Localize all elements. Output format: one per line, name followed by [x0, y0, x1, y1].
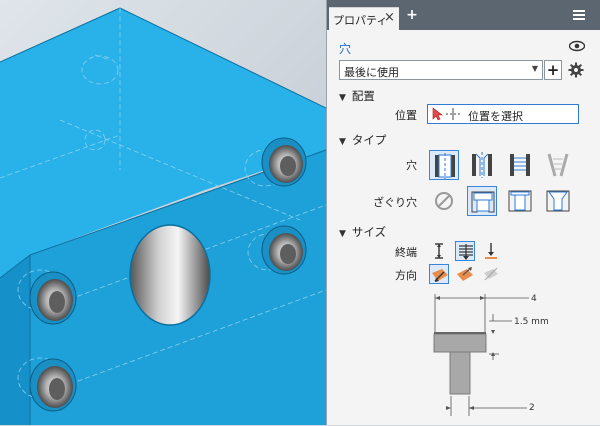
tab-properties[interactable]: プロパティ ×: [329, 7, 399, 30]
graphics-viewport[interactable]: [0, 0, 326, 425]
counterbore-button[interactable]: [467, 186, 497, 216]
to-icon: [485, 243, 497, 259]
spotface-icon: [508, 190, 532, 212]
properties-panel: プロパティ × + 穴 最後に使用 ▼ + ▼ 配置 位置 位置を選択 ▼ タイプ …: [326, 0, 600, 425]
part-model[interactable]: [0, 0, 326, 425]
counterbore-depth-value[interactable]: 1.5 mm: [514, 317, 549, 327]
part-left-face: [0, 255, 30, 425]
add-preset-button[interactable]: +: [544, 60, 562, 80]
counterbore-diameter-value[interactable]: 4: [531, 294, 537, 304]
position-label: 位置: [395, 109, 417, 122]
select-cursor-icon: [432, 107, 460, 121]
eye-icon[interactable]: [568, 40, 586, 52]
tab-properties-label: プロパティ: [333, 14, 388, 27]
termination-distance-button[interactable]: [429, 241, 449, 261]
hole-diameter-value[interactable]: 2: [529, 403, 535, 413]
center-hole: [129, 224, 211, 326]
direction-label: 方向: [395, 269, 417, 282]
preset-value: 最後に使用: [344, 66, 399, 79]
section-placement-title: 配置: [351, 89, 375, 103]
simple-hole-icon: [435, 153, 455, 179]
distance-icon: [435, 243, 443, 259]
tapped-hole-button[interactable]: [505, 150, 535, 180]
hole-preview: 4 1.5 mm 2: [417, 288, 557, 423]
counterbore-hole-lower-right: [261, 225, 307, 275]
simple-hole-button[interactable]: [429, 150, 459, 180]
countersink-icon: [546, 190, 570, 212]
preset-dropdown[interactable]: 最後に使用 ▼: [339, 60, 543, 80]
section-size-title: サイズ: [351, 225, 387, 239]
through-all-icon: [459, 244, 473, 260]
collapse-triangle-icon: ▼: [339, 93, 346, 103]
counterbore-icon: [471, 191, 495, 213]
counterbore-hole-upper-left: [29, 271, 77, 325]
direction-symmetric-button[interactable]: [481, 264, 501, 284]
termination-label: 終端: [395, 246, 417, 259]
none-icon: [435, 192, 453, 210]
section-type-header[interactable]: ▼ タイプ: [339, 132, 386, 148]
spotface-button[interactable]: [505, 186, 535, 216]
chevron-down-icon: ▼: [531, 64, 538, 73]
hamburger-menu-icon[interactable]: [573, 10, 585, 20]
clearance-hole-icon: [472, 152, 492, 178]
section-type-title: タイプ: [351, 133, 387, 147]
clearance-hole-button[interactable]: [467, 150, 497, 180]
termination-through-all-button[interactable]: [455, 241, 475, 261]
flipped-direction-icon: [457, 267, 473, 281]
direction-flipped-button[interactable]: [455, 264, 475, 284]
termination-to-button[interactable]: [481, 241, 501, 261]
taper-tapped-hole-icon: [547, 153, 569, 177]
taper-tapped-hole-button[interactable]: [543, 150, 573, 180]
add-tab-icon[interactable]: +: [405, 8, 419, 22]
countersink-button[interactable]: [543, 186, 573, 216]
position-value: 位置を選択: [468, 110, 523, 123]
collapse-triangle-icon: ▼: [339, 137, 346, 147]
gear-icon[interactable]: [568, 62, 584, 78]
feature-name[interactable]: 穴: [339, 40, 351, 57]
position-select-field[interactable]: 位置を選択: [427, 104, 579, 124]
symmetric-direction-icon: [484, 267, 498, 281]
section-placement-header[interactable]: ▼ 配置: [339, 88, 375, 104]
section-size-header[interactable]: ▼ サイズ: [339, 224, 386, 240]
counterbore-hole-lower-left: [29, 358, 77, 412]
tapped-hole-icon: [510, 154, 530, 176]
counterbore-hole-upper-right: [261, 137, 307, 187]
hole-type-label: 穴: [406, 159, 417, 172]
default-direction-icon: [432, 269, 448, 282]
seat-type-label: ざぐり穴: [373, 196, 417, 209]
collapse-triangle-icon: ▼: [339, 229, 346, 239]
close-icon[interactable]: ×: [384, 10, 395, 25]
panel-tab-bar: プロパティ × +: [327, 0, 600, 30]
no-seat-button[interactable]: [429, 186, 459, 216]
direction-default-button[interactable]: [429, 264, 449, 284]
